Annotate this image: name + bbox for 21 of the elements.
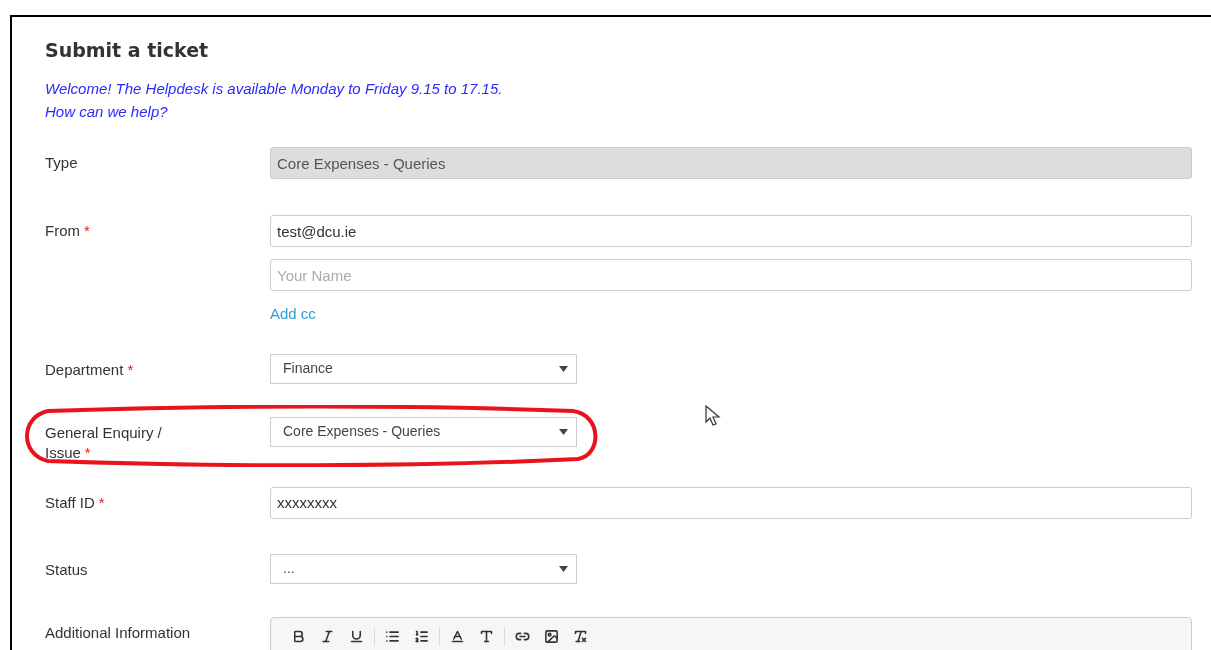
caret-icon: [559, 428, 568, 435]
field-label: General Enquiry / Issue *: [45, 422, 163, 463]
text-field[interactable]: Your Name: [270, 259, 1192, 291]
field-label: Type: [45, 153, 79, 173]
page-title: Submit a ticket: [45, 38, 210, 62]
field-label: Status: [45, 559, 89, 580]
text-field[interactable]: test@dcu.ie: [270, 215, 1192, 247]
dropdown-select[interactable]: Core Expenses - Queries: [270, 416, 577, 447]
field-label: From *: [45, 221, 91, 241]
field-label: Additional Information: [45, 622, 192, 643]
caret-icon: [559, 365, 568, 372]
mouse-cursor-icon: [705, 405, 721, 427]
field-label: Department *: [45, 359, 135, 380]
dropdown-select[interactable]: ...: [270, 553, 577, 584]
field-label: Staff ID *: [45, 492, 106, 513]
text-field[interactable]: xxxxxxxx: [270, 486, 1192, 519]
welcome-text: How can we help?: [45, 102, 169, 122]
welcome-text: Welcome! The Helpdesk is available Monday to Friday 9.15 to 17.15.: [45, 79, 504, 99]
image-icon[interactable]: [542, 627, 561, 646]
dropdown-select[interactable]: Finance: [270, 353, 577, 384]
caret-icon: [559, 565, 568, 572]
